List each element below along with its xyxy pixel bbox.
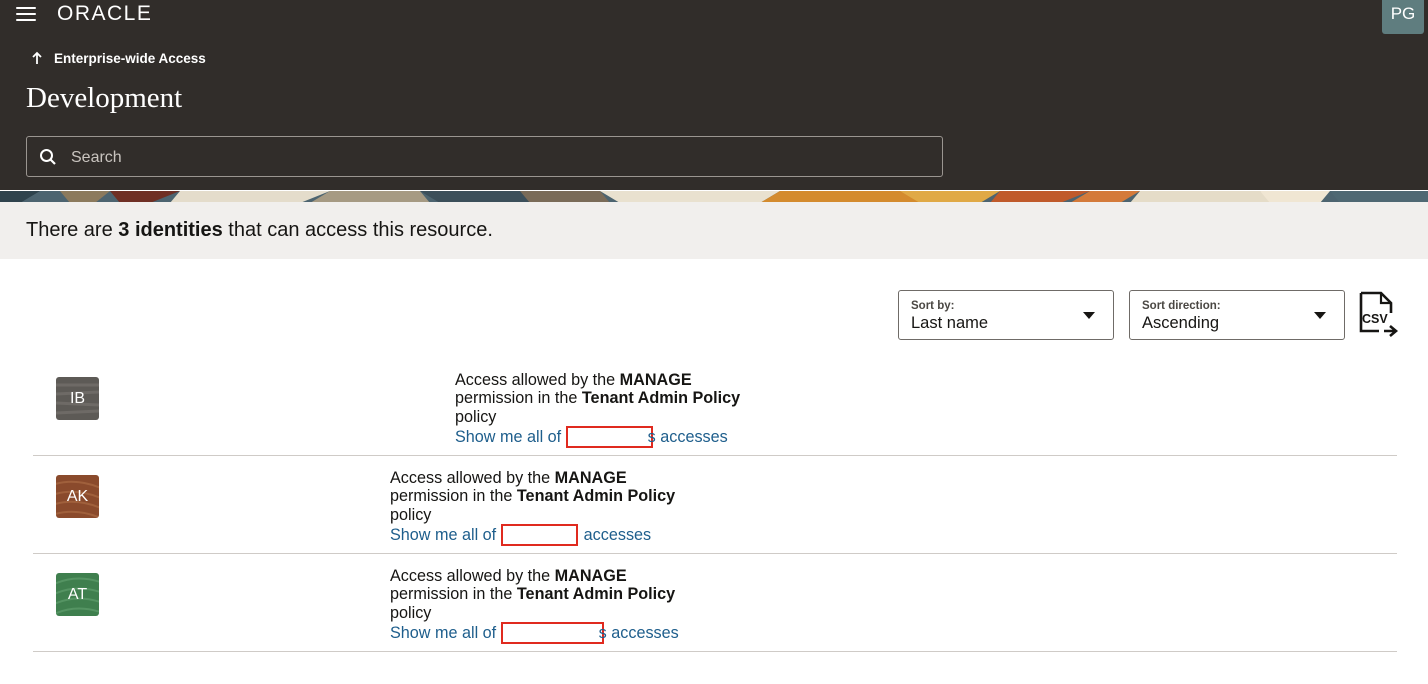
redacted-name — [565, 425, 653, 448]
show-accesses-link[interactable]: Show me all of s accesses — [455, 425, 740, 448]
avatar[interactable]: AK — [56, 475, 99, 518]
user-avatar[interactable]: PG — [1382, 0, 1424, 34]
identity-row: AT Access allowed by the MANAGE permissi… — [33, 553, 1397, 652]
show-accesses-link[interactable]: Show me all of accesses — [390, 523, 675, 546]
menu-icon[interactable] — [14, 5, 38, 23]
identity-row: AK Access allowed by the MANAGE permissi… — [33, 455, 1397, 554]
caret-down-icon — [1314, 312, 1326, 319]
identity-count: 3 identities — [118, 219, 223, 241]
sort-direction-value: Ascending — [1142, 314, 1220, 332]
show-accesses-link[interactable]: Show me all of s accesses — [390, 621, 679, 644]
caret-down-icon — [1083, 312, 1095, 319]
page-header: ORACLE PG Enterprise-wide Access Develop… — [0, 0, 1428, 190]
identity-row: IB Access allowed by the MANAGE permissi… — [33, 357, 1397, 456]
breadcrumb-label: Enterprise-wide Access — [54, 50, 206, 66]
sort-by-value: Last name — [911, 314, 989, 332]
search-input[interactable] — [69, 145, 933, 171]
summary-text: There are 3 identities that can access t… — [26, 219, 493, 241]
page-title: Development — [26, 82, 183, 114]
arrow-up-icon — [32, 51, 42, 64]
identity-summary: There are 3 identities that can access t… — [0, 202, 1428, 259]
svg-text:CSV: CSV — [1362, 312, 1388, 326]
access-description: Access allowed by the MANAGE permission … — [455, 371, 741, 448]
redacted-name — [500, 621, 604, 644]
sort-by-select[interactable]: Sort by: Last name — [898, 290, 1114, 340]
decorative-banner — [0, 190, 1428, 202]
svg-text:ORACLE: ORACLE — [57, 3, 152, 23]
redacted-name — [500, 523, 578, 546]
oracle-logo[interactable]: ORACLE — [57, 3, 189, 23]
sort-direction-label: Sort direction: — [1142, 300, 1221, 312]
breadcrumb[interactable]: Enterprise-wide Access — [30, 48, 206, 68]
avatar[interactable]: IB — [56, 377, 99, 420]
sort-by-label: Sort by: — [911, 300, 955, 312]
csv-export-button[interactable]: CSV — [1357, 291, 1399, 337]
access-description: Access allowed by the MANAGE permission … — [390, 469, 676, 546]
csv-export-icon: CSV — [1359, 291, 1399, 337]
sort-direction-select[interactable]: Sort direction: Ascending — [1129, 290, 1345, 340]
access-description: Access allowed by the MANAGE permission … — [390, 567, 679, 644]
avatar[interactable]: AT — [56, 573, 99, 616]
search-icon — [40, 149, 56, 165]
search-box[interactable] — [26, 136, 943, 177]
